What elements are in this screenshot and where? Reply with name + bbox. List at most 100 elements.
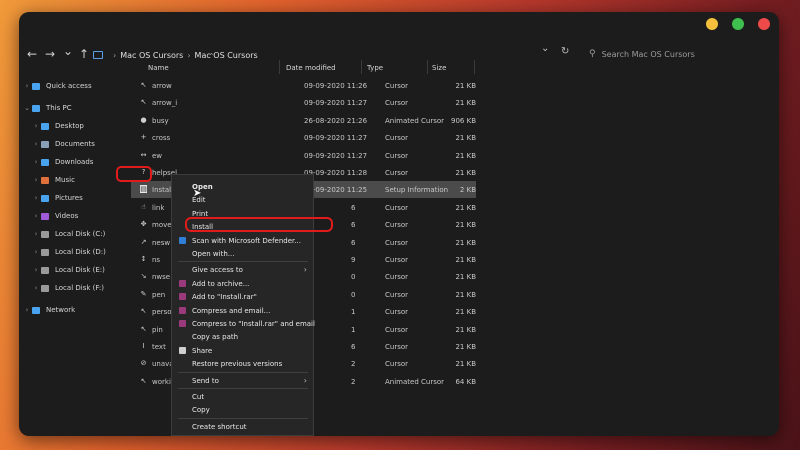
menu-separator xyxy=(178,261,308,263)
menu-item-copy-as-path[interactable]: Copy as path xyxy=(172,330,313,343)
chevron-icon[interactable]: › xyxy=(31,266,41,274)
sidebar-item[interactable]: › Desktop xyxy=(31,118,84,134)
file-size: 21 KB xyxy=(455,343,476,351)
file-name: arrow xyxy=(152,82,172,90)
minimize-button[interactable] xyxy=(706,18,718,30)
column-header-date[interactable]: Date modified xyxy=(286,64,336,72)
menu-separator xyxy=(178,388,308,389)
sidebar-item[interactable]: › Local Disk (F:) xyxy=(31,280,104,296)
sidebar-item[interactable]: ⌄ This PC xyxy=(22,100,72,116)
sidebar-item-label: Videos xyxy=(55,212,79,220)
column-header-name[interactable]: Name xyxy=(148,64,169,72)
chevron-icon[interactable]: ⌄ xyxy=(22,104,32,112)
column-header-size[interactable]: Size xyxy=(432,64,446,72)
menu-item-label: Copy as path xyxy=(192,333,239,342)
chevron-icon[interactable]: › xyxy=(31,140,41,148)
address-dropdown-icon[interactable]: ⌄ xyxy=(541,43,549,54)
menu-item-copy[interactable]: Copy xyxy=(172,403,313,416)
menu-item-create-shortcut[interactable]: Create shortcut xyxy=(172,420,313,433)
window-controls xyxy=(706,18,770,30)
column-header-type[interactable]: Type xyxy=(367,64,383,72)
file-size: 21 KB xyxy=(455,203,476,212)
videos-icon xyxy=(41,212,49,220)
column-divider[interactable] xyxy=(474,60,475,74)
mouse-pointer-icon: ➤ xyxy=(193,188,202,199)
file-date-partial: 0 xyxy=(351,273,356,282)
menu-item-label: Give access to xyxy=(192,266,243,275)
chevron-icon[interactable]: › xyxy=(31,248,41,256)
chevron-icon[interactable]: › xyxy=(31,122,41,130)
sidebar-item[interactable]: › Videos xyxy=(31,208,79,224)
sidebar-item[interactable]: › Quick access xyxy=(22,78,92,94)
sidebar-item[interactable]: › Local Disk (D:) xyxy=(31,244,106,260)
star-icon xyxy=(32,82,40,90)
chevron-icon[interactable]: › xyxy=(31,212,41,220)
menu-item-label: Scan with Microsoft Defender... xyxy=(192,236,301,245)
menu-item-scan-with-microsoft-defender[interactable]: Scan with Microsoft Defender... xyxy=(172,234,313,247)
sidebar-item[interactable]: › Local Disk (C:) xyxy=(31,226,106,242)
chevron-icon[interactable]: › xyxy=(31,284,41,292)
file-name: nwse xyxy=(152,273,171,282)
disk-icon xyxy=(41,284,49,292)
sidebar-item-label: Quick access xyxy=(46,82,92,90)
sidebar-item[interactable]: › Local Disk (E:) xyxy=(31,262,105,278)
file-date-partial: 1 xyxy=(351,325,356,334)
table-row[interactable]: ↔ ew 09-09-2020 11:27 Cursor 21 KB xyxy=(131,147,476,164)
column-divider[interactable] xyxy=(361,60,362,74)
sidebar-item-label: Local Disk (C:) xyxy=(55,230,106,238)
file-type-icon: ● xyxy=(140,115,147,124)
file-type: Cursor xyxy=(385,290,409,299)
menu-item-compress-and-email[interactable]: Compress and email... xyxy=(172,304,313,317)
forward-icon[interactable]: → xyxy=(45,46,55,62)
menu-item-cut[interactable]: Cut xyxy=(172,390,313,403)
sidebar-item[interactable]: › Downloads xyxy=(31,154,94,170)
sidebar-item[interactable]: › Pictures xyxy=(31,190,83,206)
close-button[interactable] xyxy=(758,18,770,30)
defender-icon xyxy=(179,236,186,244)
menu-item-label: Compress and email... xyxy=(192,306,271,315)
chevron-icon[interactable]: › xyxy=(31,158,41,166)
menu-item-label: Cut xyxy=(192,393,205,401)
sidebar-item-label: Local Disk (D:) xyxy=(55,248,106,256)
up-icon[interactable]: ↑ xyxy=(79,46,89,62)
column-divider[interactable] xyxy=(279,60,280,74)
file-date: 26-08-2020 21:26 xyxy=(304,116,368,125)
menu-item-compress-to-install-rar-and-email[interactable]: Compress to "Install.rar" and email xyxy=(172,317,315,330)
menu-item-add-to-install-rar[interactable]: Add to "Install.rar" xyxy=(172,290,313,303)
sidebar-item[interactable]: › Music xyxy=(31,172,75,188)
menu-item-send-to[interactable]: Send to › xyxy=(172,374,313,387)
table-row[interactable]: ↖ arrow 09-09-2020 11:26 Cursor 21 KB xyxy=(131,77,476,94)
file-explorer-window: ← → ⌄ ↑ › Mac OS Cursors › Mac OS Cursor… xyxy=(19,12,779,436)
chevron-icon[interactable]: › xyxy=(22,82,32,90)
menu-item-add-to-archive[interactable]: Add to archive... xyxy=(172,277,313,290)
file-date-partial: 1 xyxy=(351,308,356,317)
chevron-icon[interactable]: › xyxy=(22,306,32,314)
table-row[interactable]: ● busy 26-08-2020 21:26 Animated Cursor 906 … xyxy=(131,112,476,129)
chevron-icon[interactable]: › xyxy=(31,194,41,202)
column-divider[interactable] xyxy=(427,60,428,74)
sidebar-item[interactable]: › Documents xyxy=(31,136,95,152)
file-date-partial: 6 xyxy=(351,221,356,230)
table-row[interactable]: + cross 09-09-2020 11:27 Cursor 21 KB xyxy=(131,129,476,146)
file-type: Setup Information xyxy=(385,186,449,195)
menu-item-label: Create shortcut xyxy=(192,422,247,431)
menu-item-share[interactable]: Share xyxy=(172,344,313,357)
sidebar-item[interactable]: › Network xyxy=(22,302,76,318)
winrar-icon xyxy=(179,320,186,327)
menu-item-open-with[interactable]: Open with... xyxy=(172,247,313,260)
downloads-icon xyxy=(41,158,49,166)
file-type-icon: ↖ xyxy=(140,307,147,316)
disk-icon xyxy=(41,266,49,274)
back-icon[interactable]: ← xyxy=(27,46,37,62)
menu-item-give-access-to[interactable]: Give access to › xyxy=(172,263,313,276)
file-size: 21 KB xyxy=(455,134,476,143)
chevron-icon[interactable]: › xyxy=(31,230,41,238)
table-row[interactable]: ↖ arrow_i 09-09-2020 11:27 Cursor 21 KB xyxy=(131,94,476,111)
menu-item-restore-previous-versions[interactable]: Restore previous versions xyxy=(172,357,313,370)
chevron-icon[interactable]: › xyxy=(31,176,41,184)
share-icon xyxy=(179,346,186,354)
recent-locations-icon[interactable]: ⌄ xyxy=(63,43,73,59)
file-type-icon: ↖ xyxy=(140,81,147,89)
maximize-button[interactable] xyxy=(732,18,744,30)
file-type-icon: ↖ xyxy=(140,324,147,333)
